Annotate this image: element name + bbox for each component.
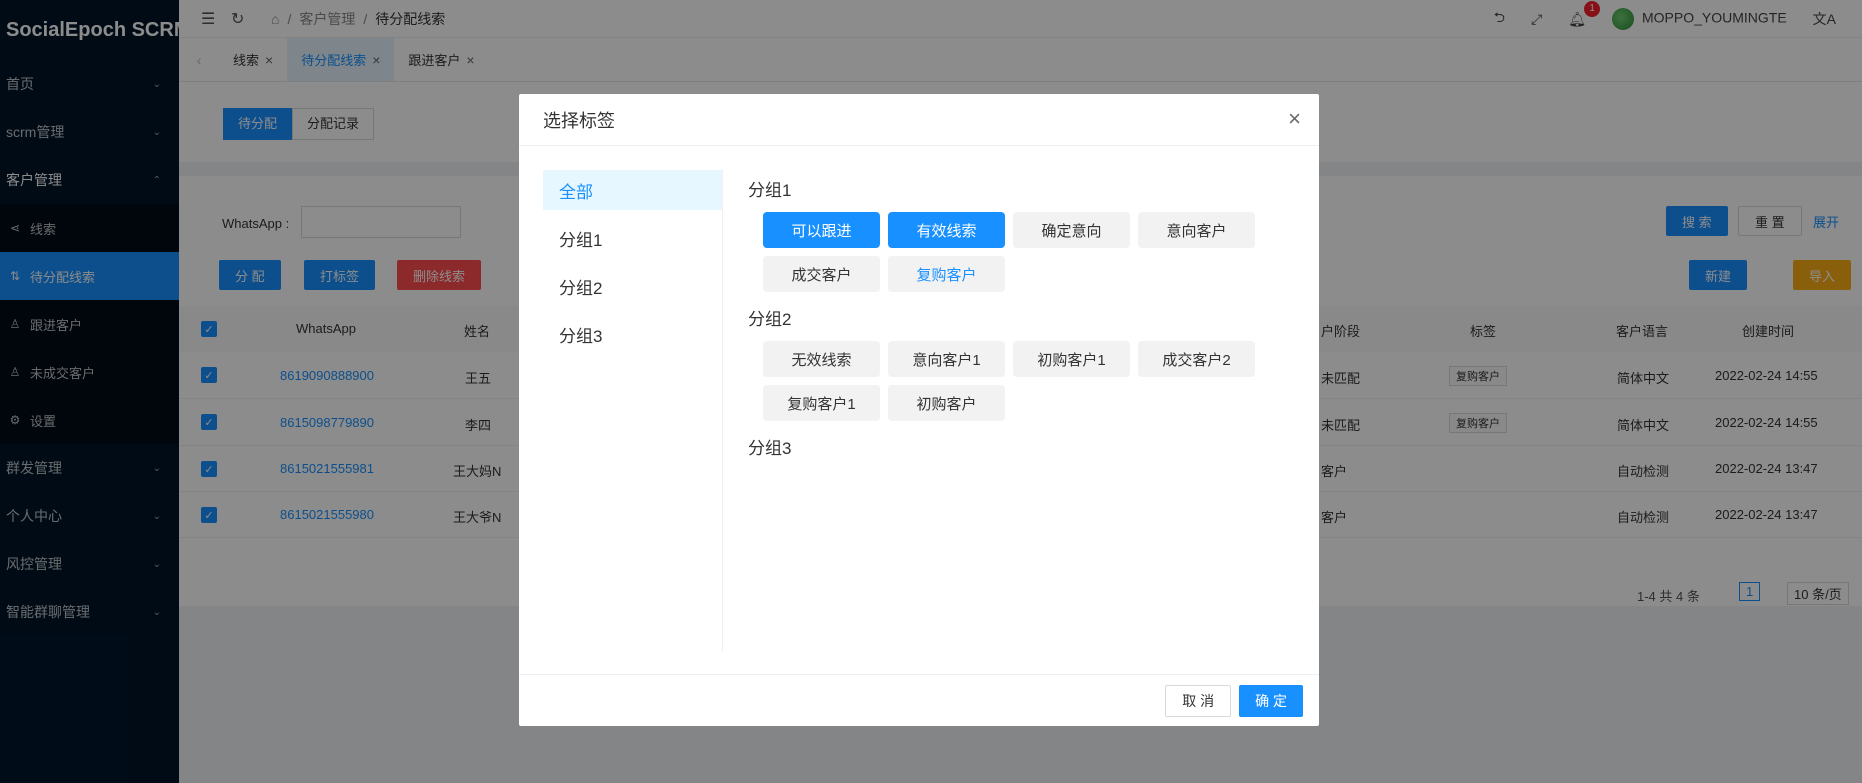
modal-body: 全部 分组1 分组2 分组3 分组1 可以跟进 有效线索 确定意向 意向客户 成… — [519, 146, 1319, 674]
tag-option[interactable]: 复购客户1 — [763, 385, 880, 421]
close-icon[interactable]: × — [1288, 106, 1301, 132]
tag-option[interactable]: 成交客户2 — [1138, 341, 1255, 377]
group-item-2[interactable]: 分组2 — [543, 266, 722, 306]
tag-row: 无效线索 意向客户1 初购客户1 成交客户2 复购客户1 初购客户 — [763, 341, 1283, 421]
cancel-button[interactable]: 取 消 — [1165, 684, 1232, 717]
tag-group-list: 全部 分组1 分组2 分组3 — [543, 170, 723, 652]
tag-option[interactable]: 初购客户 — [888, 385, 1005, 421]
group-item-all[interactable]: 全部 — [543, 170, 722, 210]
tag-option[interactable]: 成交客户 — [763, 256, 880, 292]
tag-option[interactable]: 无效线索 — [763, 341, 880, 377]
modal-title: 选择标签 — [519, 94, 1319, 146]
group-item-1[interactable]: 分组1 — [543, 218, 722, 258]
tag-option[interactable]: 确定意向 — [1013, 212, 1130, 248]
tag-option[interactable]: 初购客户1 — [1013, 341, 1130, 377]
group-item-3[interactable]: 分组3 — [543, 314, 722, 354]
tag-option[interactable]: 意向客户1 — [888, 341, 1005, 377]
tag-option[interactable]: 可以跟进 — [763, 212, 880, 248]
tag-option[interactable]: 复购客户 — [888, 256, 1005, 292]
modal-footer: 取 消 确 定 — [519, 674, 1319, 726]
tag-option[interactable]: 意向客户 — [1138, 212, 1255, 248]
tag-group-title: 分组2 — [748, 310, 792, 329]
tag-group-title: 分组3 — [748, 439, 792, 458]
select-tag-modal: 选择标签 × 全部 分组1 分组2 分组3 分组1 可以跟进 有效线索 确定意向… — [519, 94, 1319, 726]
tag-row: 可以跟进 有效线索 确定意向 意向客户 成交客户 复购客户 — [763, 212, 1283, 292]
tag-option[interactable]: 有效线索 — [888, 212, 1005, 248]
confirm-button[interactable]: 确 定 — [1239, 684, 1303, 717]
tag-area: 分组1 可以跟进 有效线索 确定意向 意向客户 成交客户 复购客户 分组2 无效… — [748, 176, 1279, 470]
tag-group-title: 分组1 — [748, 181, 792, 200]
